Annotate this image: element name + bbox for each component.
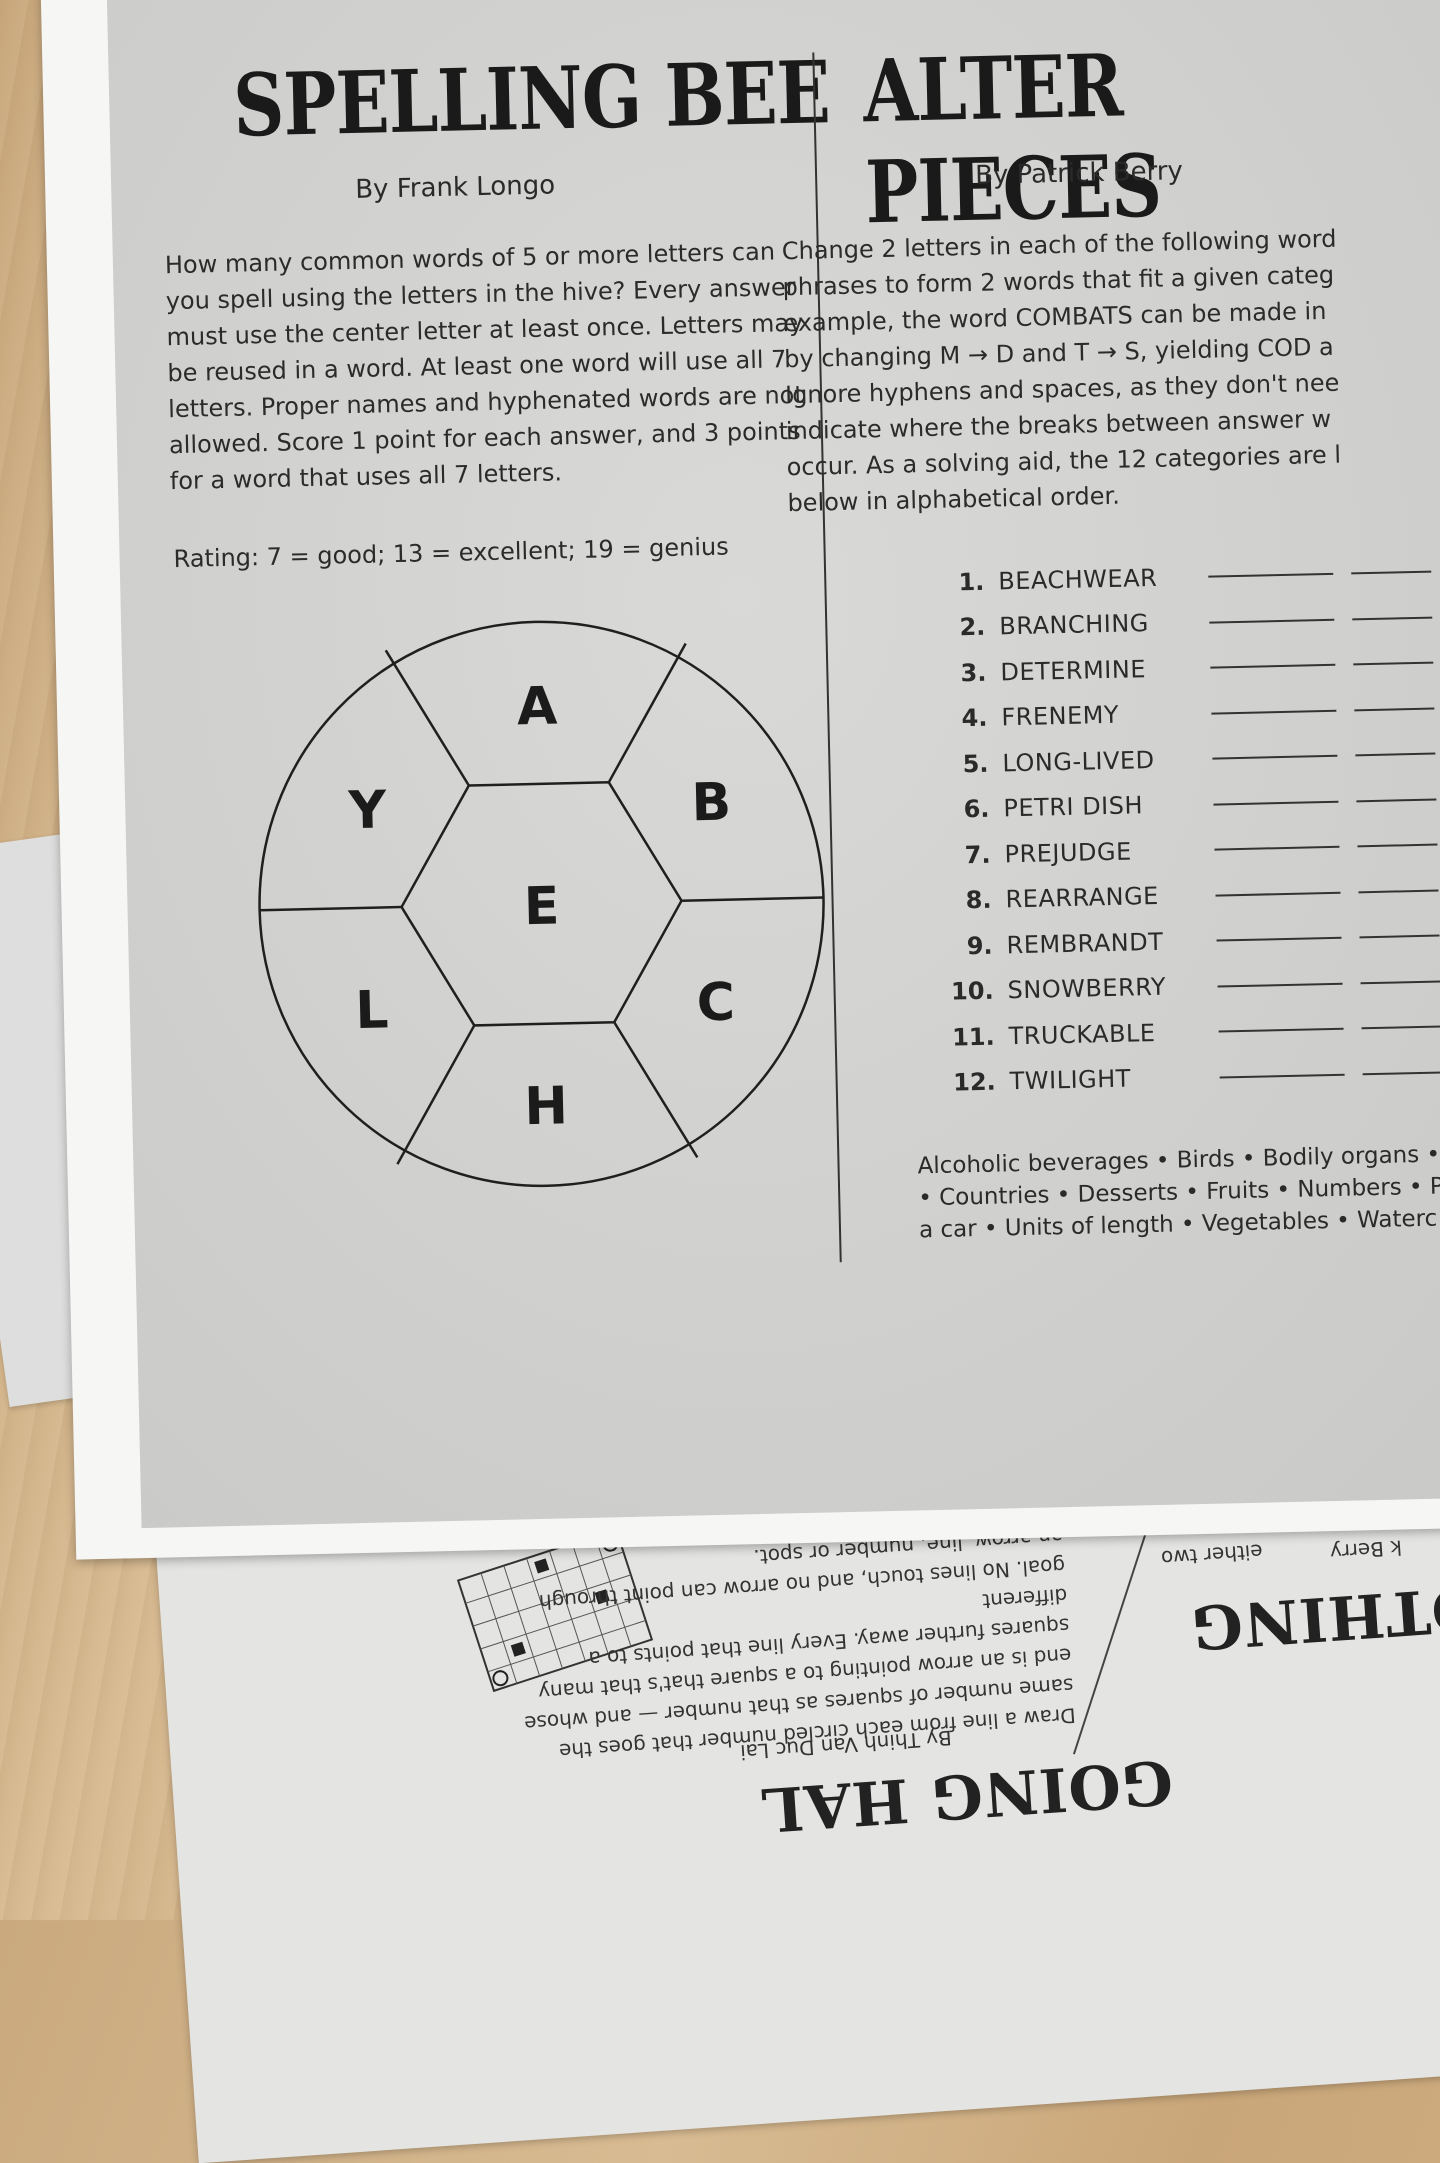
letter-hive: E A B C H L Y [258,620,825,1188]
back-instructions: Draw a line from each circled number tha… [523,1523,1077,1764]
back-byline-right: k Berry [1329,1535,1403,1565]
answer-blank [1219,1072,1345,1079]
answer-blank [1357,842,1438,848]
hive-letter-lower-right: C [696,973,736,1034]
answer-blank [1212,754,1338,760]
answer-blank [1213,799,1339,806]
answer-blank [1211,708,1337,715]
answer-blank [1358,888,1439,894]
answer-blank [1208,572,1334,578]
answer-blank [1355,751,1436,757]
answer-blank [1210,663,1336,669]
answer-blank [1352,615,1433,621]
answer-blank [1215,890,1341,897]
hive-letter-upper-left: Y [347,780,388,841]
alter-pieces-title: ALTER PIECES [862,35,1163,244]
answer-blank [1353,660,1434,666]
hive-letter-upper-right: B [691,773,732,834]
answer-blank [1360,979,1440,985]
alter-pieces-categories: Alcoholic beverages • Birds • Bodily org… [917,1141,1440,1244]
main-puzzle-sheet: SPELLING BEE By Frank Longo How many com… [40,0,1440,1560]
answer-blank [1359,933,1440,939]
alter-pieces-instructions: Change 2 letters in each of the followin… [781,224,1342,518]
answer-blank [1209,617,1335,624]
hive-letter-center: E [523,876,560,937]
hive-letter-top: A [516,676,558,737]
hive-letter-bottom: H [524,1076,569,1137]
spelling-bee-title: SPELLING BEE [232,42,831,157]
answer-blank [1216,935,1342,942]
answer-blank [1362,1070,1440,1076]
alter-pieces-byline: By Patrick Berry [974,156,1184,191]
answer-blank [1214,844,1340,851]
answer-blank [1217,981,1343,988]
spelling-bee-byline: By Frank Longo [354,170,556,205]
answer-blank [1354,706,1435,712]
answer-blank [1218,1026,1344,1033]
answer-blank [1351,569,1432,575]
answer-blank [1361,1024,1440,1030]
alter-pieces-list: 1. BEACHWEAR 2. BRANCHING 3. DETERMINE 4. FR… [934,549,1440,1106]
spelling-bee-instructions: How many common words of 5 or more lette… [164,237,805,496]
answer-blank [1356,797,1437,803]
hive-letter-lower-left: L [355,980,389,1041]
